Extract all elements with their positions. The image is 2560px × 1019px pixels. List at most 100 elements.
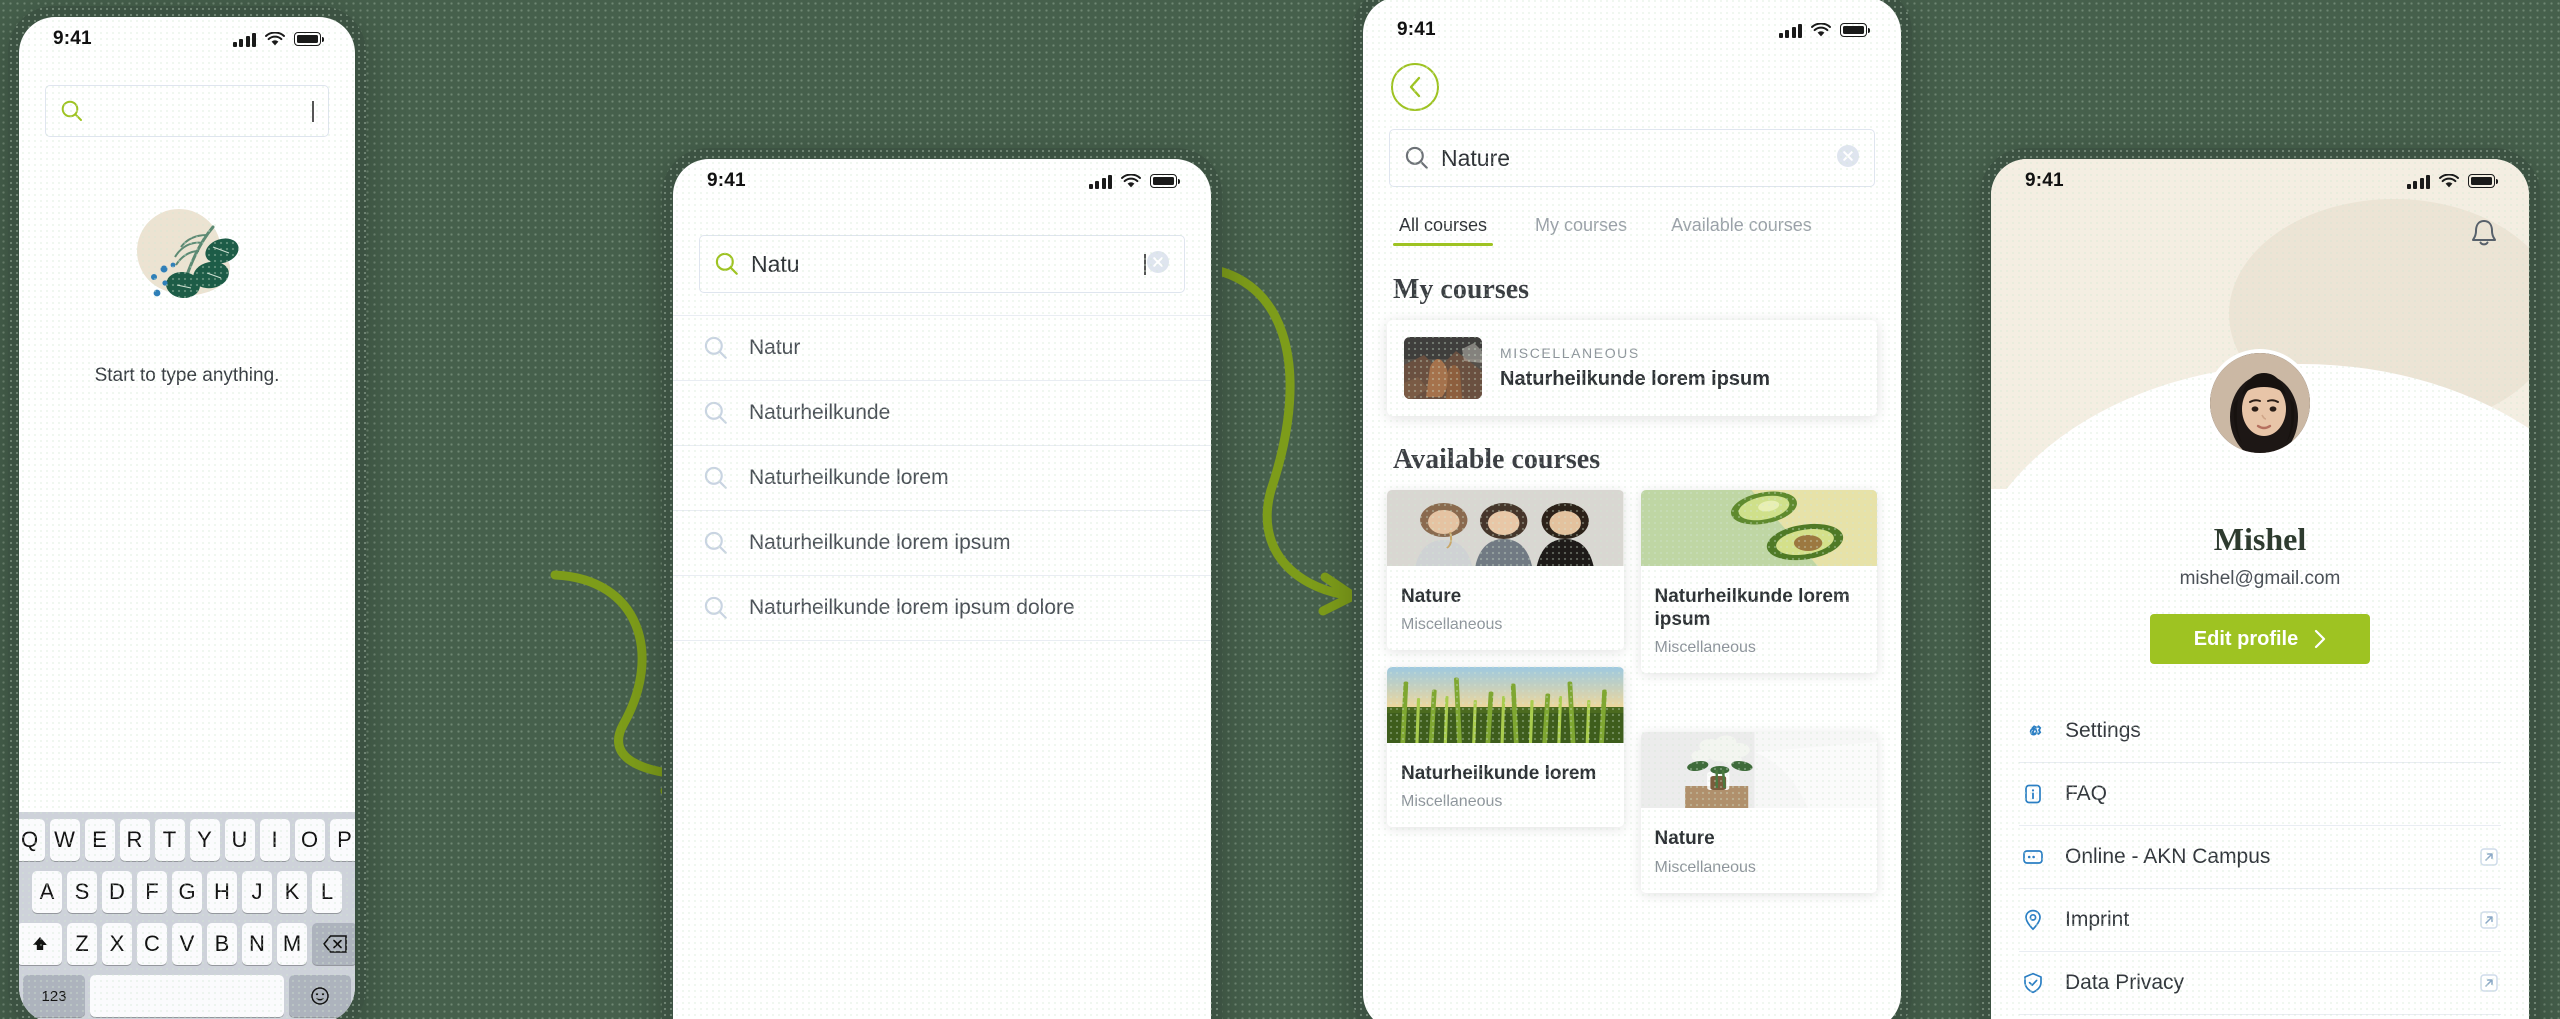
three-women-photo: [1387, 490, 1624, 566]
key-c[interactable]: C: [137, 923, 167, 965]
key-u[interactable]: U: [224, 819, 255, 861]
suggestion-label: Naturheilkunde lorem ipsum dolore: [749, 596, 1075, 619]
keyboard[interactable]: Q W E R T Y U I O P A S D F G H J K L Z …: [19, 812, 355, 1019]
course-card-body: Nature Miscellaneous: [1641, 813, 1878, 892]
status-icons: [2406, 173, 2499, 189]
list-item[interactable]: Naturheilkunde lorem ipsum: [673, 510, 1211, 575]
edit-profile-button[interactable]: Edit profile: [2150, 614, 2370, 664]
course-card[interactable]: Nature Miscellaneous: [1387, 490, 1624, 651]
chevron-right-icon: [2315, 629, 2326, 649]
list-item[interactable]: Natur: [673, 315, 1211, 380]
clear-icon[interactable]: [1146, 250, 1170, 279]
menu-item-data-privacy[interactable]: Data Privacy: [2019, 952, 2501, 1015]
key-e[interactable]: E: [84, 819, 115, 861]
user-avatar[interactable]: [2206, 349, 2314, 457]
key-t[interactable]: T: [154, 819, 185, 861]
key-p[interactable]: P: [329, 819, 355, 861]
menu-label: Online - AKN Campus: [2065, 845, 2271, 868]
suggestion-label: Naturheilkunde lorem ipsum: [749, 531, 1011, 554]
search-input[interactable]: [45, 85, 329, 137]
numbers-key[interactable]: 123: [23, 975, 85, 1017]
keyboard-row-1: Q W E R T Y U I O P: [19, 819, 355, 861]
course-title: Nature: [1401, 586, 1462, 607]
key-g[interactable]: G: [172, 871, 202, 913]
keyboard-row-2: A S D F G H J K L: [23, 871, 351, 913]
key-h[interactable]: H: [207, 871, 237, 913]
key-r[interactable]: R: [119, 819, 150, 861]
shift-key[interactable]: [19, 923, 62, 965]
key-q[interactable]: Q: [19, 819, 45, 861]
screen-profile: 9:41 Mishel mishel@gmail.com Edit profil…: [1991, 159, 2529, 1019]
menu-item-online-akn-campus[interactable]: Online - AKN Campus: [2019, 826, 2501, 889]
course-card[interactable]: Naturheilkunde lorem Miscellaneous: [1387, 667, 1624, 828]
tab-all-courses[interactable]: All courses: [1387, 215, 1499, 246]
battery-icon: [1840, 23, 1871, 37]
suggestion-label: Naturheilkunde lorem: [749, 466, 949, 489]
key-m[interactable]: M: [277, 923, 307, 965]
menu-item-faq[interactable]: FAQ: [2019, 763, 2501, 826]
status-bar: 9:41: [19, 17, 355, 61]
key-f[interactable]: F: [137, 871, 167, 913]
available-courses-heading: Available courses: [1393, 444, 1601, 475]
course-card[interactable]: Naturheilkunde lorem ipsum Miscellaneous: [1640, 490, 1877, 674]
course-card-body: Nature Miscellaneous: [1387, 571, 1624, 650]
key-y[interactable]: Y: [189, 819, 220, 861]
edit-profile-label: Edit profile: [2193, 627, 2299, 650]
key-z[interactable]: Z: [67, 923, 97, 965]
screen-course-results: 9:41 Nature All courses My courses Avail…: [1363, 0, 1901, 1019]
plant-illustration: [137, 209, 239, 299]
key-l[interactable]: L: [312, 871, 342, 913]
menu-item-settings[interactable]: Settings: [2019, 700, 2501, 763]
backspace-key[interactable]: [312, 923, 355, 965]
key-k[interactable]: K: [277, 871, 307, 913]
key-j[interactable]: J: [242, 871, 272, 913]
key-a[interactable]: A: [32, 871, 62, 913]
profile-email: mishel@gmail.com: [2179, 568, 2341, 589]
location-pin-icon: [2025, 909, 2041, 931]
clear-icon[interactable]: [1836, 144, 1860, 173]
battery-icon: [1150, 174, 1181, 188]
course-category: MISCELLANEOUS: [1500, 345, 1640, 361]
list-item[interactable]: Naturheilkunde lorem ipsum dolore: [673, 575, 1211, 641]
wheat-field-photo: [1387, 667, 1624, 745]
search-input[interactable]: Natu: [699, 235, 1185, 293]
window-icon: [2023, 850, 2043, 864]
search-icon: [704, 401, 727, 424]
key-s[interactable]: S: [67, 871, 97, 913]
key-w[interactable]: W: [49, 819, 80, 861]
space-key[interactable]: [90, 975, 284, 1017]
menu-label: FAQ: [2065, 782, 2108, 805]
tab-my-courses[interactable]: My courses: [1523, 215, 1639, 246]
menu-item-imprint[interactable]: Imprint: [2019, 889, 2501, 952]
search-icon: [704, 531, 727, 554]
wifi-icon: [1811, 22, 1831, 36]
list-item[interactable]: Naturheilkunde lorem: [673, 445, 1211, 510]
key-x[interactable]: X: [102, 923, 132, 965]
course-title: Naturheilkunde lorem: [1401, 763, 1597, 785]
back-button[interactable]: [1391, 63, 1439, 111]
emoji-key[interactable]: [289, 975, 351, 1017]
grid-column-right: Naturheilkunde lorem ipsum Miscellaneous: [1640, 490, 1878, 893]
key-v[interactable]: V: [172, 923, 202, 965]
course-card[interactable]: Nature Miscellaneous: [1640, 732, 1878, 893]
suggestion-label: Natur: [749, 336, 801, 359]
key-d[interactable]: D: [102, 871, 132, 913]
battery-icon: [294, 32, 325, 46]
key-i[interactable]: I: [259, 819, 290, 861]
signal-bars-icon: [2406, 174, 2430, 189]
gear-icon: [2029, 725, 2042, 736]
list-item[interactable]: Naturheilkunde: [673, 380, 1211, 445]
wifi-icon: [265, 31, 285, 45]
tab-available-courses[interactable]: Available courses: [1659, 215, 1824, 246]
my-course-card[interactable]: MISCELLANEOUS Naturheilkunde lorem ipsum: [1387, 320, 1877, 416]
notification-bell-icon[interactable]: [2469, 217, 2499, 254]
menu-item-contact[interactable]: Contact: [2019, 1015, 2501, 1019]
key-o[interactable]: O: [294, 819, 325, 861]
signal-bars-icon: [1778, 23, 1802, 38]
search-input[interactable]: Nature: [1389, 129, 1875, 187]
course-subtitle: Miscellaneous: [1401, 793, 1503, 811]
search-icon: [704, 466, 727, 489]
status-icons: [1088, 173, 1181, 189]
key-n[interactable]: N: [242, 923, 272, 965]
key-b[interactable]: B: [207, 923, 237, 965]
